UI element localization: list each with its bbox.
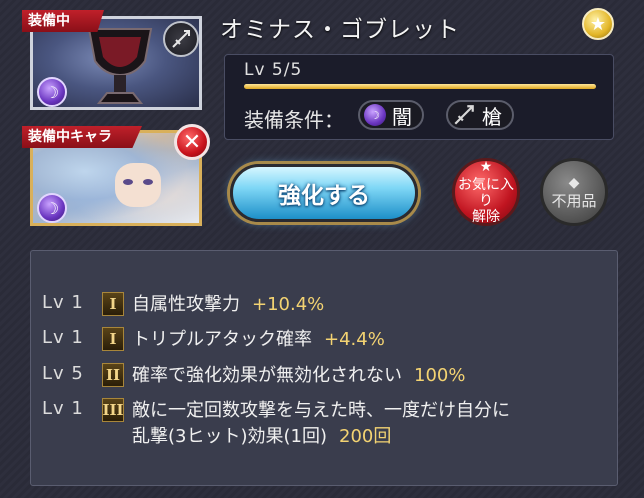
skill-row: Lv 1 III 敵に一定回数攻撃を与えた時、一度だけ自分に 乱撃(3ヒット)効… [42,398,510,450]
dark-element-icon: ☽ [364,104,386,126]
level-progress-bar [244,84,596,89]
requirement-weapon-pill: 槍 [446,100,514,130]
junk-button[interactable]: ◆ 不用品 [540,158,608,226]
skill-row: Lv 1 I 自属性攻撃力 +10.4% [42,292,324,318]
unfavorite-label-line1: お気に入り [458,177,514,209]
skill-value: +4.4% [324,329,385,350]
junk-icon: ◆ [568,175,580,191]
skill-name: 確率で強化効果が無効化されない 100% [132,365,466,386]
spear-icon [454,105,474,125]
skill-rank-badge: I [102,292,124,316]
skill-name: 自属性攻撃力 +10.4% [132,294,325,315]
equipped-tag: 装備中 [22,10,104,32]
skill-row: Lv 5 II 確率で強化効果が無効化されない 100% [42,363,465,389]
close-icon[interactable]: ✕ [174,124,210,160]
requirement-element-pill: ☽ 闇 [358,100,424,130]
dark-element-icon: ☽ [37,77,67,107]
skill-value: +10.4% [252,294,325,315]
spear-icon [163,21,199,57]
dark-element-icon: ☽ [37,193,67,223]
skill-row: Lv 1 I トリプルアタック確率 +4.4% [42,327,385,353]
level-text: Lv 5/5 [244,60,303,80]
skill-level: Lv 1 [42,398,84,419]
equipped-chara-tag: 装備中キャラ [22,126,142,148]
skill-level: Lv 1 [42,292,84,313]
skill-level: Lv 5 [42,363,84,384]
junk-label: 不用品 [551,192,597,210]
unfavorite-label-line2: 解除 [472,209,500,225]
skill-rank-badge: III [102,398,124,422]
skill-name: トリプルアタック確率 +4.4% [132,329,385,350]
star-icon: ★ [479,159,493,175]
star-icon: ★ [582,8,614,40]
skill-level: Lv 1 [42,327,84,348]
requirement-element-label: 闇 [392,104,412,129]
skill-rank-badge: II [102,363,124,387]
requirement-weapon-label: 槍 [482,104,502,129]
unfavorite-button[interactable]: ★ お気に入り 解除 [452,158,520,226]
skill-value: 100% [414,365,466,386]
level-progress-fill [244,84,596,89]
requirements-label: 装備条件： [244,108,344,132]
skill-name: 敵に一定回数攻撃を与えた時、一度だけ自分に 乱撃(3ヒット)効果(1回) 200回 [132,400,510,447]
character-face [115,163,161,207]
goblet-image [87,28,153,104]
skill-value: 200回 [339,426,392,447]
item-title: オミナス・ゴブレット [220,17,460,43]
skill-rank-badge: I [102,327,124,351]
upgrade-button[interactable]: 強化する [230,164,418,222]
